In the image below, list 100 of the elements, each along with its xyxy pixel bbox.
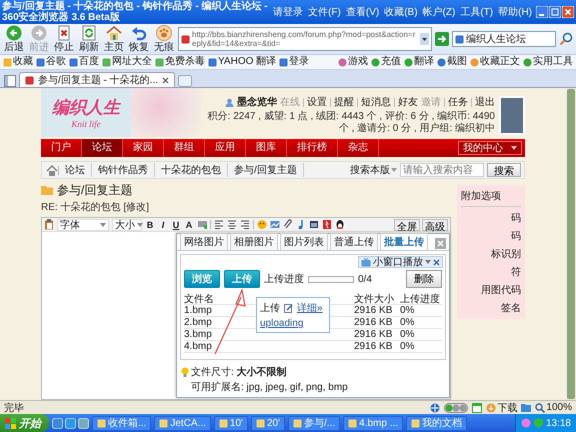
close-icon[interactable]: [162, 76, 169, 84]
toolbar-link[interactable]: 充值: [371, 56, 401, 68]
address-field[interactable]: http://bbs.bianzhirensheng.com/forum.php?mod=post&action=reply&fid=14&extra=&tid=: [178, 27, 432, 51]
bookmark-link[interactable]: 免费杀毒: [155, 56, 205, 68]
underline-button[interactable]: U: [171, 220, 181, 230]
option-label[interactable]: 码: [461, 229, 521, 243]
dialog-tab[interactable]: 普通上传: [330, 233, 378, 250]
search-field[interactable]: 编织人生论坛: [452, 31, 556, 47]
size-dropdown[interactable]: 大小: [112, 218, 142, 230]
refresh-button[interactable]: 刷新: [78, 25, 100, 53]
dialog-tab[interactable]: 网络图片: [180, 233, 228, 250]
smiley-icon[interactable]: [257, 219, 267, 230]
bookmark-link[interactable]: 收藏: [3, 56, 33, 68]
nav-tab[interactable]: 家园: [123, 139, 164, 157]
background-color-icon[interactable]: [197, 219, 207, 230]
folder-icon[interactable]: [521, 403, 532, 412]
scrollbar[interactable]: [566, 88, 576, 400]
bold-button[interactable]: B: [145, 220, 155, 230]
my-center-dropdown[interactable]: 我的中心: [458, 141, 522, 155]
bookmark-link[interactable]: 网址大全: [102, 56, 152, 68]
bookmark-link[interactable]: 百度: [69, 56, 99, 68]
menu-item[interactable]: 查看(V): [346, 5, 380, 19]
toolbar-link[interactable]: 实用工具: [523, 56, 573, 68]
taskbar-button[interactable]: 收件箱...: [92, 416, 152, 430]
taskbar-button[interactable]: 我的文档: [406, 416, 468, 430]
option-label[interactable]: 标识别: [461, 247, 521, 261]
incognito-button[interactable]: 无痕: [153, 25, 175, 53]
dialog-tab[interactable]: 批量上传: [380, 233, 428, 250]
nav-tab[interactable]: 图库: [246, 139, 287, 157]
home-button[interactable]: 主页: [103, 25, 125, 53]
stop-button[interactable]: 停止: [53, 25, 75, 53]
avatar-placeholder[interactable]: [499, 96, 525, 135]
taskbar-button[interactable]: 4.bmp ...: [343, 416, 404, 430]
toolbar-link[interactable]: 游戏: [338, 56, 368, 68]
image-icon[interactable]: [270, 219, 280, 230]
paste-icon[interactable]: [44, 219, 54, 230]
details-link[interactable]: 详细»: [297, 301, 323, 315]
close-icon[interactable]: [433, 258, 440, 266]
globe-icon[interactable]: [430, 402, 440, 412]
download-button[interactable]: 下载: [486, 400, 518, 414]
go-arrow-icon[interactable]: [435, 32, 449, 46]
mini-player-bar[interactable]: 小窗口播放: [358, 256, 443, 268]
taskbar-button[interactable]: 10': [214, 416, 248, 430]
minimize-icon[interactable]: [536, 6, 548, 18]
maximize-icon[interactable]: [549, 6, 561, 18]
video-icon[interactable]: [309, 219, 319, 230]
start-button[interactable]: 开始: [0, 414, 49, 432]
dropdown-icon[interactable]: [420, 33, 429, 45]
align-left-icon[interactable]: [214, 219, 224, 230]
option-label[interactable]: 码: [461, 211, 521, 225]
dialog-tab[interactable]: 图片列表: [280, 233, 328, 250]
bookmark-link[interactable]: 谷歌: [36, 56, 66, 68]
menu-item[interactable]: 文件(F): [308, 5, 341, 19]
nav-tab[interactable]: 群组: [164, 139, 205, 157]
user-link[interactable]: 短消息: [361, 95, 391, 109]
calendar-icon[interactable]: [472, 402, 482, 412]
toggle-icon[interactable]: [444, 402, 468, 412]
back-button[interactable]: 后退: [3, 25, 25, 53]
option-label[interactable]: 签名: [461, 301, 521, 315]
flash-icon[interactable]: [322, 219, 332, 230]
user-link[interactable]: 好友: [398, 95, 418, 109]
bookmark-link[interactable]: YAHOO 翻译: [208, 56, 276, 68]
paperclip-icon[interactable]: [283, 219, 293, 230]
edit-link[interactable]: [修改]: [123, 200, 150, 214]
option-label[interactable]: 符: [461, 265, 521, 279]
nav-tab[interactable]: 应用: [205, 139, 246, 157]
user-link[interactable]: 任务: [448, 95, 468, 109]
edit-icon[interactable]: [284, 304, 293, 312]
user-link[interactable]: 设置: [307, 95, 327, 109]
nav-tab[interactable]: 论坛: [82, 139, 123, 157]
toolbar-link[interactable]: 截图: [437, 56, 467, 68]
bookmark-link[interactable]: 登录: [279, 56, 310, 68]
menu-item[interactable]: 帐户(Z): [422, 5, 456, 19]
taskbar-button[interactable]: 参与/...: [288, 416, 340, 430]
nav-tab[interactable]: 杂志: [338, 139, 379, 157]
menu-item[interactable]: 帮助(H): [498, 5, 532, 19]
qq-penguin-icon[interactable]: [335, 219, 345, 230]
delete-button[interactable]: 删除: [406, 270, 442, 288]
advanced-button[interactable]: 高级: [422, 218, 448, 230]
restore-button[interactable]: 恢复: [128, 25, 150, 53]
sidebar-toggle-icon[interactable]: [4, 75, 16, 87]
dialog-tab[interactable]: 相册图片: [230, 233, 278, 250]
caret-icon[interactable]: [425, 260, 431, 264]
italic-button[interactable]: I: [158, 220, 168, 230]
taskbar-button[interactable]: JetCA...: [154, 416, 211, 430]
browser-tab[interactable]: 参与/回复主题 - 十朵花的...: [19, 72, 175, 87]
align-right-icon[interactable]: [240, 219, 250, 230]
uploading-link[interactable]: uploading: [260, 318, 326, 329]
fullscreen-button[interactable]: 全屏: [394, 218, 420, 230]
menu-item[interactable]: 收藏(B): [384, 5, 418, 19]
username-link[interactable]: 墨念览华: [237, 95, 277, 109]
taskbar-button[interactable]: 20': [250, 416, 286, 430]
menu-item[interactable]: 请登录: [273, 5, 304, 19]
search-icon[interactable]: [559, 32, 573, 46]
nav-tab[interactable]: 排行榜: [287, 139, 338, 157]
menu-item[interactable]: 工具(T): [460, 5, 494, 19]
toolbar-link[interactable]: 收藏正文: [470, 56, 520, 68]
font-dropdown[interactable]: 字体: [57, 218, 109, 230]
user-link[interactable]: 退出: [475, 95, 495, 109]
align-center-icon[interactable]: [227, 219, 237, 230]
